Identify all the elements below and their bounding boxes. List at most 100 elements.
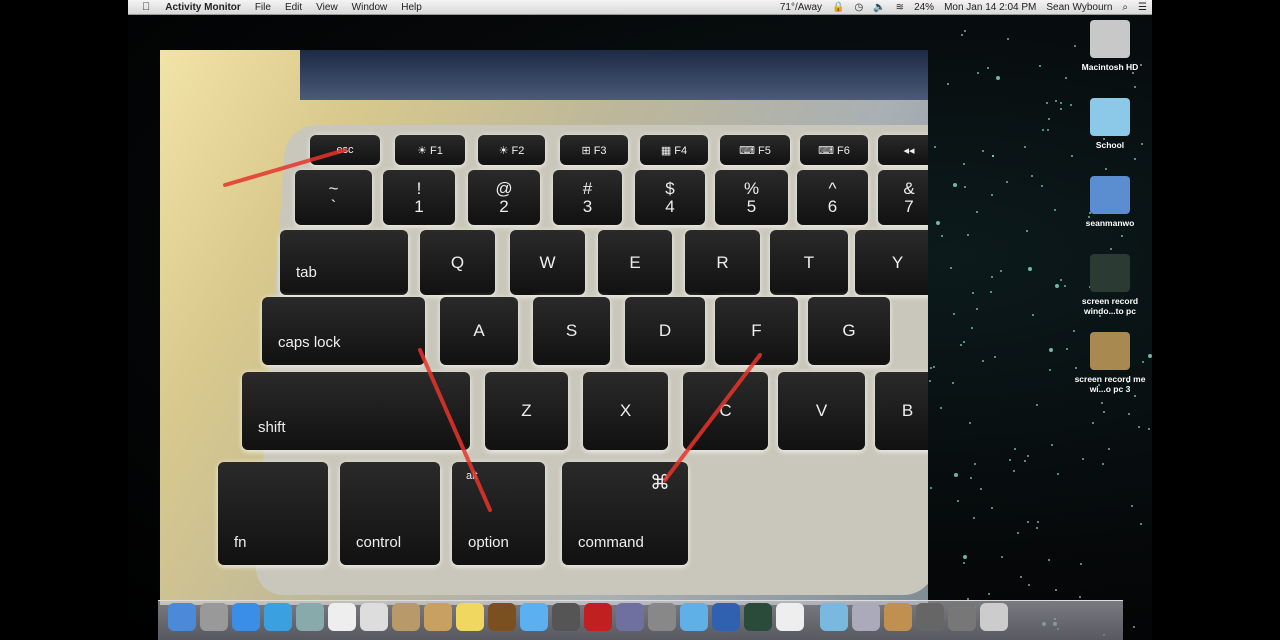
star [967, 234, 969, 236]
annotation-line [420, 350, 490, 510]
star [1055, 100, 1057, 102]
star [1017, 532, 1019, 534]
star [969, 422, 971, 424]
dock-facetime-icon[interactable] [552, 603, 580, 631]
menu-app-name[interactable]: Activity Monitor [158, 2, 248, 13]
star [1049, 348, 1053, 352]
dock-finder-icon[interactable] [168, 603, 196, 631]
dock-contacts-icon[interactable] [392, 603, 420, 631]
wifi-icon[interactable]: ≋ [891, 2, 909, 13]
clock[interactable]: Mon Jan 14 2:04 PM [939, 2, 1041, 13]
dock-calendar-icon[interactable] [328, 603, 356, 631]
keyboard-photo: esc☀ F1☀ F2⊞ F3▦ F4⌨ F5⌨ F6◂◂~`!1@2#3$4%… [160, 50, 928, 605]
star [1013, 470, 1015, 472]
desktop-icon[interactable]: seanmanwo [1068, 176, 1152, 254]
weather-status[interactable]: 71°/Away [775, 2, 827, 13]
star [964, 186, 966, 188]
dock-applications-icon[interactable] [852, 603, 880, 631]
star [972, 292, 974, 294]
dock-activity-monitor-icon[interactable] [744, 603, 772, 631]
dock-stickies-icon[interactable] [456, 603, 484, 631]
star [1049, 369, 1051, 371]
menu-file[interactable]: File [248, 2, 278, 13]
dock-itunes-folder-icon[interactable] [424, 603, 452, 631]
apple-menu-icon[interactable]:  [128, 1, 158, 13]
star [1048, 559, 1050, 561]
dock-downloads-icon[interactable] [820, 603, 848, 631]
hard-drive-icon [1090, 20, 1130, 58]
star [996, 76, 1000, 80]
desktop-icon-label: screen record windo...to pc [1068, 296, 1152, 316]
dock-iphoto-icon[interactable] [616, 603, 644, 631]
desktop-icon[interactable]: School [1068, 98, 1152, 176]
dock-documents-icon[interactable] [776, 603, 804, 631]
star [1046, 102, 1048, 104]
menu-bar:  Activity Monitor File Edit View Window… [128, 0, 1152, 15]
star [963, 555, 967, 559]
star [1108, 448, 1110, 450]
dock-itunes-icon[interactable] [680, 603, 708, 631]
lock-icon[interactable]: 🔒 [827, 2, 849, 13]
dock-app-icon[interactable] [916, 603, 944, 631]
star [930, 487, 932, 489]
star [1131, 505, 1133, 507]
user-name[interactable]: Sean Wybourn [1041, 2, 1117, 13]
star [977, 72, 979, 74]
star [1042, 129, 1044, 131]
menu-window[interactable]: Window [345, 2, 395, 13]
dock-messages-icon[interactable] [520, 603, 548, 631]
star [950, 267, 952, 269]
dock-world-of-warcraft-icon[interactable] [488, 603, 516, 631]
dock-launchpad-icon[interactable] [200, 603, 228, 631]
star [992, 155, 994, 157]
star [1140, 523, 1142, 525]
video-thumbnail-icon [1090, 332, 1130, 370]
menu-help[interactable]: Help [394, 2, 429, 13]
star [1148, 428, 1150, 430]
time-machine-icon[interactable]: ◷ [849, 2, 868, 13]
star [963, 562, 965, 564]
star [1060, 279, 1062, 281]
dock-textedit-icon[interactable] [360, 603, 388, 631]
star [1006, 181, 1008, 183]
spotlight-icon[interactable]: ⌕ [1117, 2, 1133, 13]
star [1060, 102, 1062, 104]
desktop-icon[interactable]: screen record me wi...o pc 3 [1068, 332, 1152, 410]
dock-quicktime-icon[interactable] [712, 603, 740, 631]
battery-status[interactable]: 24% [909, 2, 939, 13]
dock-app-store-icon[interactable] [232, 603, 260, 631]
dock-photo-booth-icon[interactable] [584, 603, 612, 631]
star [1024, 460, 1026, 462]
dock-safari-icon[interactable] [264, 603, 292, 631]
dock-preview-icon[interactable] [296, 603, 324, 631]
video-thumbnail-icon [1090, 254, 1130, 292]
star [1055, 284, 1059, 288]
desktop:  Activity Monitor File Edit View Window… [128, 0, 1152, 640]
notification-center-icon[interactable]: ☰ [1133, 2, 1152, 13]
star [1138, 426, 1140, 428]
star [1027, 521, 1029, 523]
dock-trash-icon[interactable] [980, 603, 1008, 631]
star [1041, 185, 1043, 187]
star [1036, 527, 1038, 529]
volume-icon[interactable]: 🔈 [868, 2, 890, 13]
star [976, 308, 978, 310]
star [1057, 473, 1059, 475]
star [971, 327, 973, 329]
desktop-icon[interactable]: Macintosh HD [1068, 20, 1152, 98]
dock-pc-window-icon[interactable] [884, 603, 912, 631]
star [991, 276, 993, 278]
star [961, 34, 963, 36]
menu-edit[interactable]: Edit [278, 2, 309, 13]
dock-app-icon[interactable] [948, 603, 976, 631]
star [991, 507, 993, 509]
star [964, 30, 966, 32]
star [982, 150, 984, 152]
dock-system-preferences-icon[interactable] [648, 603, 676, 631]
menu-view[interactable]: View [309, 2, 345, 13]
star [970, 477, 972, 479]
desktop-icon[interactable]: screen record windo...to pc [1068, 254, 1152, 332]
star [973, 517, 975, 519]
star [1039, 65, 1041, 67]
star [1080, 563, 1082, 565]
